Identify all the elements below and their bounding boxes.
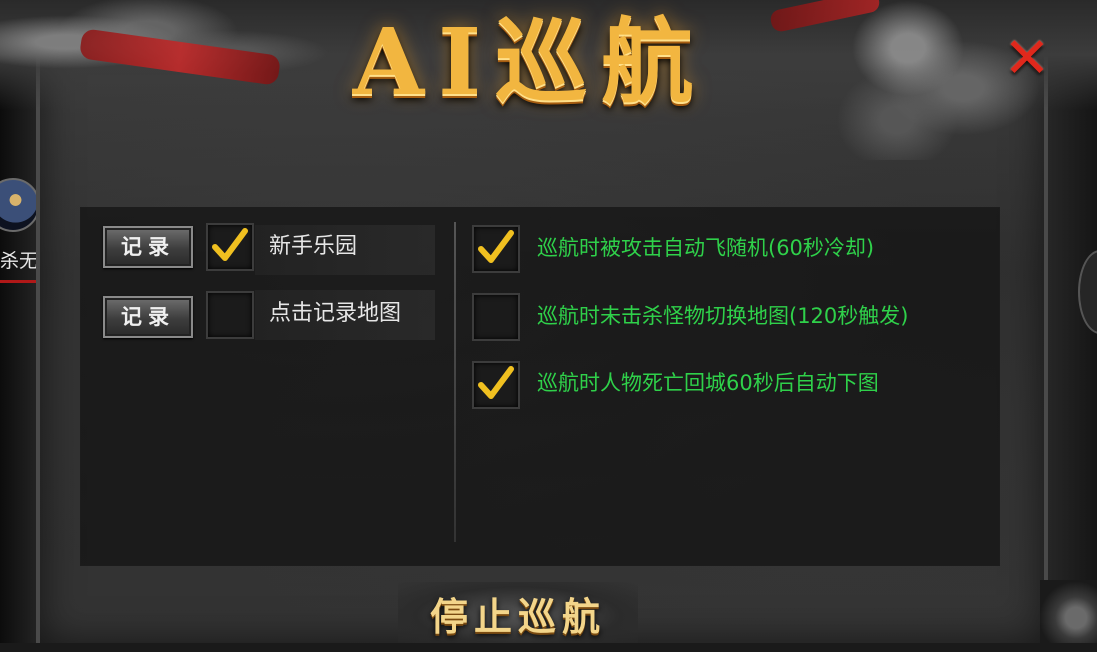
close-button[interactable]: ✕ — [996, 30, 1058, 88]
record-button[interactable]: 记录 — [103, 226, 193, 268]
option-label-death-return: 巡航时人物死亡回城60秒后自动下图 — [537, 371, 879, 395]
checkmark-icon — [478, 366, 514, 399]
option-label-switch-map: 巡航时未击杀怪物切换地图(120秒触发) — [537, 304, 909, 328]
option-label-auto-fly: 巡航时被攻击自动飞随机(60秒冷却) — [537, 236, 875, 260]
stop-cruise-button[interactable]: 停止巡航 — [398, 582, 638, 643]
option-checkbox-death-return[interactable] — [472, 361, 520, 409]
player-name: 杀无 — [0, 250, 39, 272]
column-divider — [454, 222, 456, 542]
map-checkbox[interactable] — [206, 291, 254, 339]
corner-ornament — [1040, 580, 1097, 643]
option-checkbox-auto-fly[interactable] — [472, 225, 520, 273]
map-checkbox[interactable] — [206, 223, 254, 271]
map-name: 新手乐园 — [269, 234, 358, 259]
window-title: AI巡航 — [352, 8, 708, 116]
checkmark-icon — [478, 230, 514, 263]
option-checkbox-switch-map[interactable] — [472, 293, 520, 341]
map-name: 点击记录地图 — [269, 301, 402, 326]
checkmark-icon — [212, 228, 248, 261]
player-health-bar — [0, 280, 36, 283]
record-button[interactable]: 记录 — [103, 296, 193, 338]
